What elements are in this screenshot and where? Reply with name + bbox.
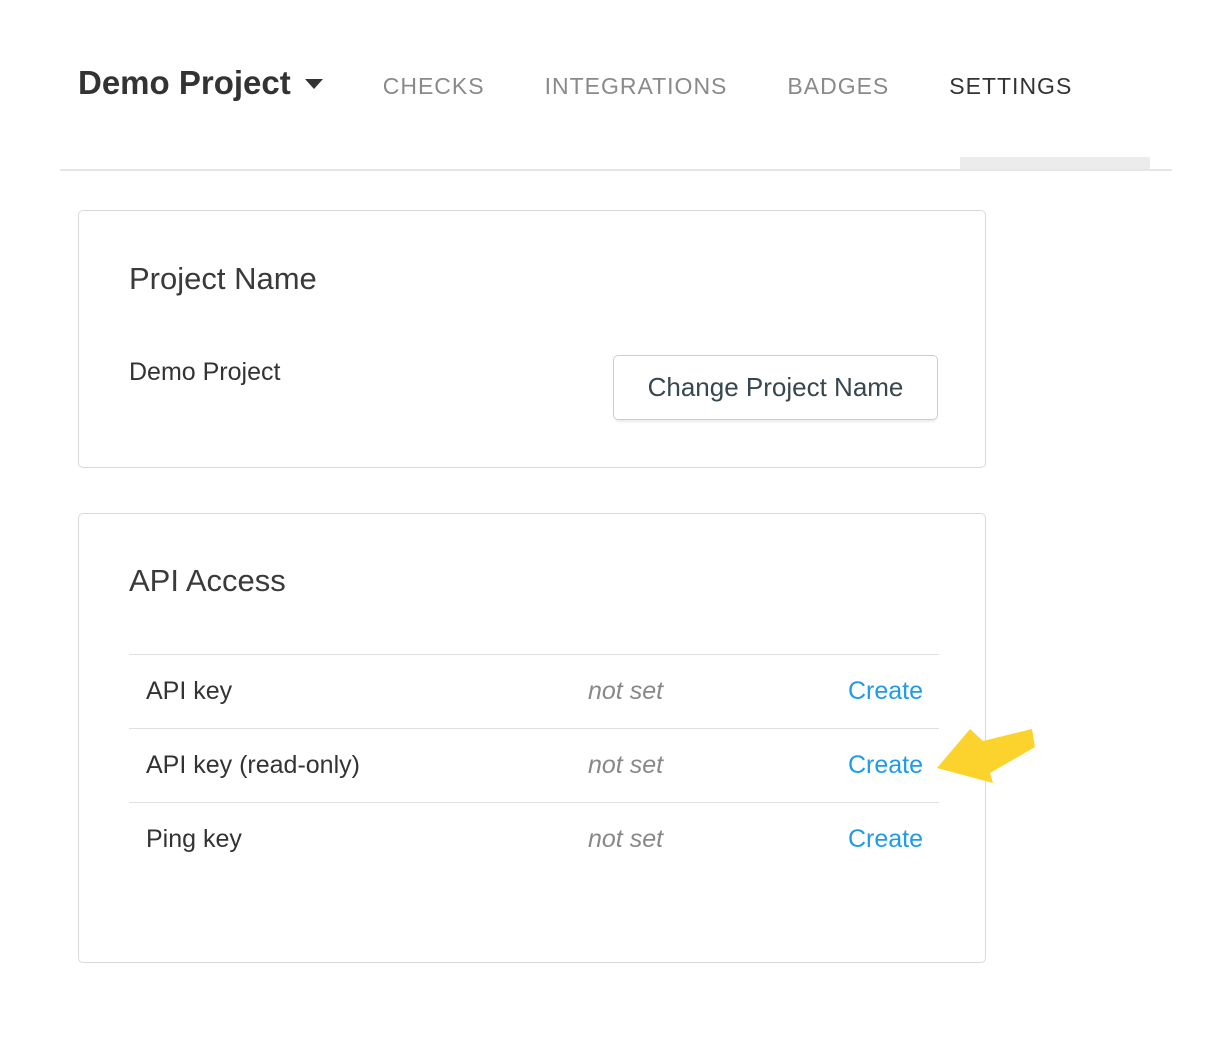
api-access-card-title: API Access [129, 563, 286, 599]
create-api-key-read-only-link[interactable]: Create [848, 751, 923, 780]
api-key-label: API key [146, 677, 588, 706]
caret-down-icon [305, 79, 323, 89]
project-title: Demo Project [78, 64, 291, 102]
ping-key-label: Ping key [146, 825, 588, 854]
change-project-name-button[interactable]: Change Project Name [613, 355, 938, 420]
tab-badges[interactable]: BADGES [787, 73, 889, 100]
api-key-read-only-label: API key (read-only) [146, 751, 588, 780]
tab-settings[interactable]: SETTINGS [949, 73, 1072, 100]
project-dropdown[interactable]: Demo Project [78, 64, 323, 102]
api-access-card: API Access API key not set Create API ke… [78, 513, 986, 963]
settings-page: Demo Project CHECKS INTEGRATIONS BADGES … [0, 0, 1220, 1059]
table-row-api-key: API key not set Create [129, 654, 939, 728]
tab-checks[interactable]: CHECKS [383, 73, 485, 100]
current-project-name: Demo Project [129, 358, 280, 387]
table-row-ping-key: Ping key not set Create [129, 802, 939, 876]
table-row-api-key-read-only: API key (read-only) not set Create [129, 728, 939, 802]
api-key-value: not set [588, 677, 848, 706]
create-api-key-link[interactable]: Create [848, 677, 923, 706]
header-divider [60, 169, 1172, 171]
ping-key-value: not set [588, 825, 848, 854]
create-ping-key-link[interactable]: Create [848, 825, 923, 854]
tab-integrations[interactable]: INTEGRATIONS [545, 73, 728, 100]
project-name-card-title: Project Name [129, 261, 317, 297]
api-keys-table: API key not set Create API key (read-onl… [129, 654, 939, 876]
active-tab-indicator [960, 157, 1150, 169]
top-navigation: Demo Project CHECKS INTEGRATIONS BADGES … [78, 64, 1072, 102]
project-name-card: Project Name Demo Project Change Project… [78, 210, 986, 468]
api-key-read-only-value: not set [588, 751, 848, 780]
